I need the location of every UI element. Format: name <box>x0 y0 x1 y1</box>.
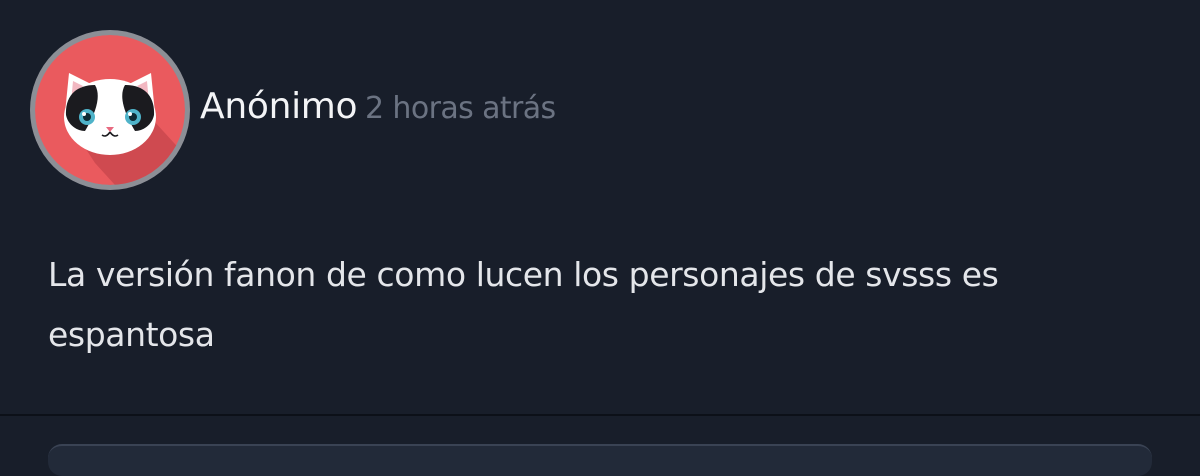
comment-body: La versión fanon de como lucen los perso… <box>48 255 999 354</box>
comment-card: Anónimo 2 horas atrás La versión fanon d… <box>0 0 1200 415</box>
post-timestamp: 2 horas atrás <box>365 91 556 126</box>
cat-face-icon <box>35 35 185 185</box>
divider <box>0 414 1200 416</box>
author-name[interactable]: Anónimo <box>200 82 358 132</box>
avatar[interactable] <box>30 30 190 190</box>
next-card-edge <box>48 444 1152 476</box>
